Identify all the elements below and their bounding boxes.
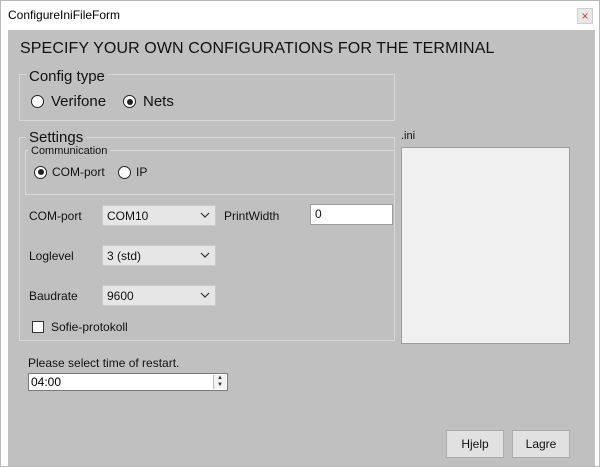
com-port-value: COM10 — [107, 208, 149, 223]
baud-rate-value: 9600 — [107, 288, 134, 303]
radio-com-port[interactable]: COM-port — [34, 165, 105, 179]
restart-time-input[interactable]: 04:00 ▲ ▼ — [28, 373, 228, 391]
ini-preview-box[interactable] — [401, 147, 570, 344]
log-level-label: Loglevel — [29, 249, 74, 263]
settings-group: Settings Communication COM-port IP COM-p… — [19, 129, 395, 341]
config-type-group: Config type Verifone Nets — [19, 68, 395, 121]
restart-time-value: 04:00 — [31, 375, 62, 389]
radio-verifone-indicator[interactable] — [31, 95, 44, 108]
page-title: SPECIFY YOUR OWN CONFIGURATIONS FOR THE … — [20, 40, 495, 57]
radio-nets[interactable]: Nets — [123, 93, 174, 110]
log-level-select[interactable]: 3 (std) — [102, 245, 216, 266]
communication-group: Communication COM-port IP — [25, 145, 395, 195]
radio-ip-label: IP — [136, 165, 148, 179]
chevron-down-icon[interactable] — [199, 208, 211, 222]
form-client-area: SPECIFY YOUR OWN CONFIGURATIONS FOR THE … — [8, 30, 595, 466]
radio-nets-label: Nets — [143, 93, 174, 110]
chevron-down-icon[interactable] — [199, 248, 211, 262]
spin-down-icon[interactable]: ▼ — [214, 382, 226, 389]
radio-com-port-indicator[interactable] — [34, 165, 47, 179]
settings-legend: Settings — [26, 129, 87, 146]
radio-ip[interactable]: IP — [118, 165, 147, 179]
baud-rate-select[interactable]: 9600 — [102, 285, 216, 306]
log-level-value: 3 (std) — [107, 248, 142, 263]
sofie-checkbox-box[interactable] — [32, 321, 44, 333]
title-bar: ConfigureIniFileForm × — [1, 1, 599, 30]
radio-nets-indicator[interactable] — [123, 95, 136, 108]
save-button[interactable]: Lagre — [512, 430, 570, 458]
sofie-checkbox-label: Sofie-protokoll — [51, 320, 128, 334]
restart-time-label: Please select time of restart. — [28, 356, 180, 370]
window-title: ConfigureIniFileForm — [8, 8, 121, 22]
communication-legend: Communication — [28, 145, 111, 157]
chevron-down-icon[interactable] — [199, 288, 211, 302]
config-type-legend: Config type — [26, 68, 108, 85]
print-width-label: PrintWidth — [224, 209, 280, 223]
print-width-input[interactable]: 0 — [310, 204, 393, 225]
baud-rate-label: Baudrate — [29, 289, 78, 303]
radio-com-port-label: COM-port — [52, 165, 105, 179]
ini-label: .ini — [401, 130, 416, 142]
time-spinner[interactable]: ▲ ▼ — [213, 375, 226, 389]
spin-up-icon[interactable]: ▲ — [214, 375, 226, 382]
close-icon[interactable]: × — [577, 8, 593, 24]
com-port-select[interactable]: COM10 — [102, 205, 216, 226]
radio-verifone-label: Verifone — [51, 93, 107, 110]
help-button[interactable]: Hjelp — [446, 430, 504, 458]
sofie-checkbox[interactable]: Sofie-protokoll — [32, 320, 128, 334]
com-port-label: COM-port — [29, 209, 82, 223]
configure-ini-window: ConfigureIniFileForm × SPECIFY YOUR OWN … — [0, 0, 600, 467]
radio-verifone[interactable]: Verifone — [31, 93, 106, 110]
radio-ip-indicator[interactable] — [118, 165, 131, 179]
